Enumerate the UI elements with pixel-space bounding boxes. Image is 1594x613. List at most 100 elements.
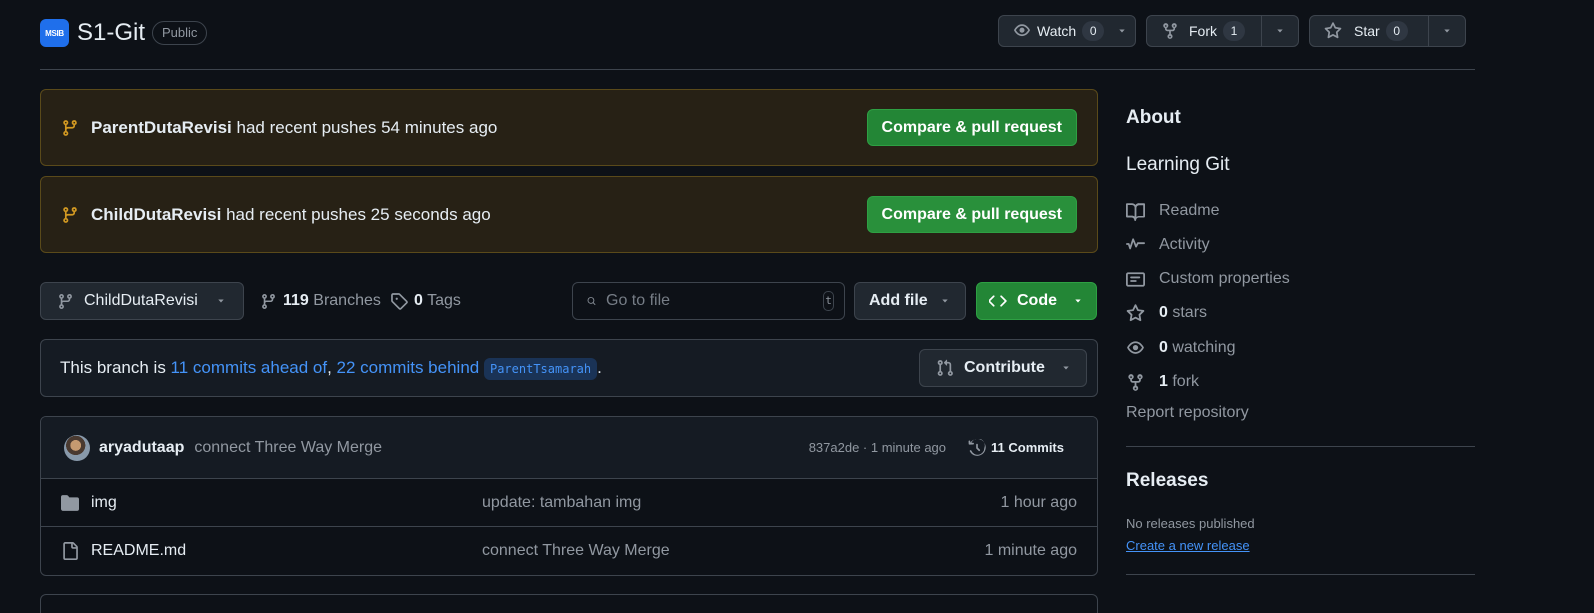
fork-icon — [1128, 373, 1143, 391]
tags-count: 0 — [414, 292, 423, 309]
fork-count: 1 — [1223, 21, 1245, 41]
sidebar-item-label: Activity — [1159, 236, 1210, 253]
branch-icon — [63, 206, 77, 223]
banner-message: had recent pushes 25 seconds ago — [221, 204, 491, 224]
branches-link[interactable]: 119 Branches — [260, 282, 381, 320]
history-icon — [968, 438, 986, 456]
sidebar-item-label: fork — [1167, 373, 1200, 390]
watch-label: Watch — [1037, 23, 1077, 39]
sidebar-divider — [1126, 574, 1475, 575]
branch-comparison-text: This branch is 11 commits ahead of, 22 c… — [60, 358, 919, 380]
commits-ahead-link[interactable]: 11 commits ahead of — [171, 358, 328, 377]
commit-message[interactable]: connect Three Way Merge — [194, 439, 808, 457]
commits-count: 11 Commits — [991, 440, 1064, 455]
pull-request-icon — [937, 359, 953, 376]
add-file-label: Add file — [869, 292, 928, 309]
sidebar-item-label: watching — [1167, 339, 1236, 356]
pulse-icon — [1126, 237, 1145, 249]
go-to-file-input[interactable] — [606, 292, 813, 310]
fork-icon — [1163, 23, 1177, 39]
branches-count: 119 — [283, 292, 309, 309]
file-commit-message[interactable]: update: tambahan img — [482, 494, 1000, 512]
contribute-label: Contribute — [964, 359, 1045, 376]
compare-pull-request-button[interactable]: Compare & pull request — [866, 109, 1077, 146]
compare-pull-request-button[interactable]: Compare & pull request — [866, 196, 1077, 233]
tags-link[interactable]: 0 Tags — [390, 282, 461, 320]
report-repository-link[interactable]: Report repository — [1126, 404, 1249, 422]
base-branch-label[interactable]: ParentTsamarah — [483, 358, 598, 380]
sidebar-item-activity[interactable]: Activity — [1126, 233, 1210, 257]
star-count: 0 — [1385, 21, 1408, 41]
banner-branch-name[interactable]: ParentDutaRevisi — [91, 118, 232, 137]
branch-comparison-bar: This branch is 11 commits ahead of, 22 c… — [40, 339, 1098, 397]
chevron-down-icon — [942, 299, 948, 303]
chevron-down-icon — [1119, 29, 1125, 33]
fork-dropdown[interactable] — [1261, 16, 1298, 46]
shortcut-key: t — [823, 291, 834, 311]
branches-label: Branches — [313, 292, 381, 309]
contribute-button[interactable]: Contribute — [919, 349, 1087, 387]
repo-description: Learning Git — [1126, 154, 1230, 175]
chevron-down-icon — [1444, 29, 1450, 33]
go-to-file-search[interactable]: t — [572, 282, 845, 320]
current-branch-name: ChildDutaRevisi — [84, 292, 198, 309]
star-label: Star — [1354, 23, 1380, 39]
branch-icon — [59, 293, 72, 309]
fork-label: Fork — [1189, 23, 1217, 39]
sidebar-item-watching[interactable]: 0 watching — [1126, 336, 1236, 360]
file-name[interactable]: README.md — [91, 542, 186, 560]
table-row[interactable]: README.md connect Three Way Merge 1 minu… — [41, 527, 1097, 575]
add-file-button[interactable]: Add file — [854, 282, 966, 320]
star-icon — [1126, 303, 1145, 321]
commits-behind-link[interactable]: 22 commits behind — [337, 358, 480, 377]
star-dropdown[interactable] — [1428, 16, 1465, 46]
table-row[interactable]: img update: tambahan img 1 hour ago — [41, 479, 1097, 527]
header-divider — [40, 69, 1475, 70]
avatar[interactable] — [64, 434, 90, 461]
file-name[interactable]: img — [91, 494, 117, 512]
sidebar-item-custom-properties[interactable]: Custom properties — [1126, 267, 1290, 291]
note-icon — [1126, 271, 1145, 287]
chevron-down-icon — [1063, 366, 1069, 370]
code-icon — [989, 295, 1007, 307]
fork-button[interactable]: Fork 1 — [1147, 16, 1261, 46]
tag-icon — [391, 293, 408, 310]
code-button[interactable]: Code — [976, 282, 1097, 320]
create-release-link[interactable]: Create a new release — [1126, 538, 1250, 553]
file-commit-message[interactable]: connect Three Way Merge — [482, 542, 984, 560]
push-banner: ParentDutaRevisi had recent pushes 54 mi… — [40, 89, 1098, 166]
org-logo[interactable]: MSIB — [40, 19, 69, 47]
code-label: Code — [1017, 292, 1057, 309]
book-icon — [1126, 202, 1145, 221]
star-button-group: Star 0 — [1309, 15, 1466, 47]
repo-name[interactable]: S1-Git — [77, 18, 145, 48]
watch-count: 0 — [1082, 21, 1105, 41]
banner-branch-name[interactable]: ChildDutaRevisi — [91, 205, 221, 224]
commits-history-link[interactable]: 11 Commits — [968, 438, 1064, 457]
branch-info-suffix: . — [597, 358, 602, 377]
watch-button[interactable]: Watch 0 — [998, 15, 1136, 47]
commit-author[interactable]: aryadutaap — [99, 439, 184, 457]
banner-message: had recent pushes 54 minutes ago — [231, 117, 498, 137]
star-button[interactable]: Star 0 — [1310, 16, 1428, 46]
commit-hash-time[interactable]: 837a2de · 1 minute ago — [809, 440, 946, 455]
eye-icon — [1127, 340, 1144, 354]
sidebar-item-stars[interactable]: 0 stars — [1126, 301, 1207, 325]
chevron-down-icon — [1075, 299, 1081, 303]
branch-selector[interactable]: ChildDutaRevisi — [40, 282, 244, 320]
fork-button-group: Fork 1 — [1146, 15, 1299, 47]
folder-icon — [61, 494, 79, 511]
sidebar-item-label: stars — [1167, 304, 1208, 321]
latest-commit-row: aryadutaap connect Three Way Merge 837a2… — [41, 417, 1097, 479]
push-banner-text: ChildDutaRevisi had recent pushes 25 sec… — [91, 205, 867, 225]
push-banner-text: ParentDutaRevisi had recent pushes 54 mi… — [91, 118, 867, 138]
releases-heading[interactable]: Releases — [1126, 470, 1208, 492]
sidebar-item-forks[interactable]: 1 fork — [1126, 370, 1199, 394]
forks-count: 1 — [1159, 373, 1168, 390]
branch-icon — [262, 293, 275, 309]
visibility-badge: Public — [152, 21, 208, 45]
push-banner: ChildDutaRevisi had recent pushes 25 sec… — [40, 176, 1098, 253]
star-icon — [1324, 22, 1342, 39]
sidebar-item-readme[interactable]: Readme — [1126, 199, 1219, 223]
stars-count: 0 — [1159, 304, 1168, 321]
